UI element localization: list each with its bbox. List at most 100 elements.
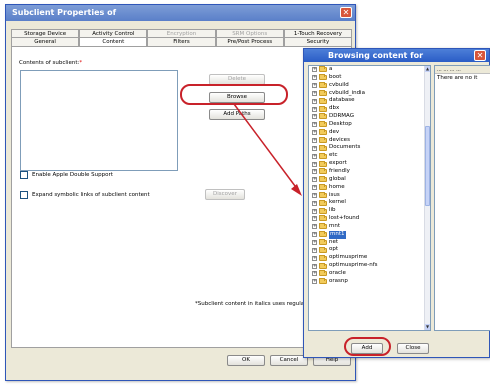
expand-icon[interactable]: + bbox=[312, 247, 317, 253]
expand-icon[interactable]: + bbox=[312, 200, 317, 206]
expand-icon[interactable]: + bbox=[312, 279, 317, 285]
add-paths-button[interactable]: Add Paths bbox=[209, 109, 265, 120]
tree-item[interactable]: + lost+found bbox=[309, 215, 430, 223]
subclient-content-list[interactable] bbox=[20, 70, 178, 171]
close-icon[interactable]: ✕ bbox=[340, 7, 352, 18]
expand-icon[interactable]: + bbox=[312, 255, 317, 261]
expand-icon[interactable]: + bbox=[312, 138, 317, 144]
tab-general[interactable]: General bbox=[11, 37, 80, 46]
tree-item[interactable]: + etc bbox=[309, 152, 430, 160]
folder-tree[interactable]: + a + boot + cvbuild + cvbuild_india + database + d… bbox=[308, 65, 431, 331]
tree-item[interactable]: + dbx bbox=[309, 105, 430, 113]
tree-item-label: dbx bbox=[329, 105, 340, 112]
ok-button[interactable]: OK bbox=[227, 355, 265, 366]
tree-item[interactable]: + Desktop bbox=[309, 121, 430, 129]
tree-item[interactable]: + cvbuild bbox=[309, 82, 430, 90]
tree-item-label: boot bbox=[329, 73, 342, 80]
expand-icon[interactable]: + bbox=[312, 224, 317, 230]
folder-icon bbox=[319, 262, 327, 269]
tree-item[interactable]: + dev bbox=[309, 129, 430, 137]
folder-icon bbox=[319, 168, 327, 175]
expand-icon[interactable]: + bbox=[312, 83, 317, 89]
browse-title-bar[interactable]: Browsing content for ✕ bbox=[304, 49, 489, 62]
expand-icon[interactable]: + bbox=[312, 232, 317, 238]
expand-icon[interactable]: + bbox=[312, 169, 317, 175]
tree-item-label: dev bbox=[329, 128, 340, 135]
expand-icon[interactable]: + bbox=[312, 161, 317, 167]
expand-icon[interactable]: + bbox=[312, 192, 317, 198]
folder-icon bbox=[319, 82, 327, 89]
folder-icon bbox=[319, 270, 327, 277]
tree-item-label: oracle bbox=[329, 269, 346, 276]
tree-item[interactable]: + Documents bbox=[309, 144, 430, 152]
tab-filters[interactable]: Filters bbox=[147, 37, 216, 46]
tree-item[interactable]: + oracle bbox=[309, 270, 430, 278]
expand-icon[interactable]: + bbox=[312, 114, 317, 120]
tree-item[interactable]: + boot bbox=[309, 74, 430, 82]
expand-icon[interactable]: + bbox=[312, 122, 317, 128]
apple-double-checkbox[interactable] bbox=[20, 171, 28, 179]
tree-item[interactable]: + kernel bbox=[309, 199, 430, 207]
expand-icon[interactable]: + bbox=[312, 106, 317, 112]
tree-item[interactable]: + optimusprime-nfs bbox=[309, 262, 430, 270]
tree-item[interactable]: + DDRMAG bbox=[309, 113, 430, 121]
tree-item[interactable]: + net bbox=[309, 239, 430, 247]
tab-content[interactable]: Content bbox=[79, 37, 148, 46]
browse-title: Browsing content for bbox=[328, 51, 424, 60]
close-icon[interactable]: ✕ bbox=[474, 50, 486, 61]
expand-icon[interactable]: + bbox=[312, 75, 317, 81]
tree-scrollbar[interactable]: ▲ ▼ bbox=[424, 66, 430, 330]
expand-icon[interactable]: + bbox=[312, 216, 317, 222]
symbolic-links-checkbox[interactable] bbox=[20, 191, 28, 199]
tree-item-label: mnt1 bbox=[329, 230, 346, 239]
expand-icon[interactable]: + bbox=[312, 130, 317, 136]
expand-icon[interactable]: + bbox=[312, 271, 317, 277]
folder-icon bbox=[319, 231, 327, 238]
tab-security[interactable]: Security bbox=[283, 37, 353, 46]
expand-icon[interactable]: + bbox=[312, 153, 317, 159]
tree-item[interactable]: + friendly bbox=[309, 168, 430, 176]
file-list-header: ... ... ... ... bbox=[435, 66, 490, 74]
expand-icon[interactable]: + bbox=[312, 263, 317, 269]
expand-icon[interactable]: + bbox=[312, 90, 317, 96]
expand-icon[interactable]: + bbox=[312, 208, 317, 214]
tree-item[interactable]: + opt bbox=[309, 246, 430, 254]
discover-button[interactable]: Discover bbox=[205, 189, 245, 200]
expand-icon[interactable]: + bbox=[312, 98, 317, 104]
scroll-up-icon[interactable]: ▲ bbox=[425, 66, 430, 72]
expand-icon[interactable]: + bbox=[312, 239, 317, 245]
tree-item[interactable]: + cvbuild_india bbox=[309, 90, 430, 98]
tree-item[interactable]: + mnt bbox=[309, 223, 430, 231]
close-button[interactable]: Close bbox=[397, 343, 429, 354]
tree-item[interactable]: + global bbox=[309, 176, 430, 184]
folder-icon bbox=[319, 176, 327, 183]
tree-item[interactable]: + lib bbox=[309, 207, 430, 215]
scroll-thumb[interactable] bbox=[425, 126, 430, 206]
tree-item[interactable]: + a bbox=[309, 66, 430, 74]
tree-item[interactable]: + devices bbox=[309, 137, 430, 145]
tree-item-label: orasnp bbox=[329, 277, 348, 284]
expand-icon[interactable]: + bbox=[312, 67, 317, 73]
tree-item[interactable]: + orasnp bbox=[309, 278, 430, 286]
file-list-pane[interactable]: ... ... ... ... There are no it bbox=[434, 65, 490, 331]
tree-item-label: home bbox=[329, 183, 345, 190]
tab-pre-post-process[interactable]: Pre/Post Process bbox=[215, 37, 284, 46]
expand-icon[interactable]: + bbox=[312, 185, 317, 191]
dialog-title-bar[interactable]: Subclient Properties of ✕ bbox=[6, 5, 355, 21]
tree-item[interactable]: + optimusprime bbox=[309, 254, 430, 262]
tree-item[interactable]: + export bbox=[309, 160, 430, 168]
tree-item[interactable]: + mnt1 bbox=[309, 230, 430, 239]
folder-icon bbox=[319, 152, 327, 159]
tree-item[interactable]: + isus bbox=[309, 192, 430, 200]
expand-icon[interactable]: + bbox=[312, 145, 317, 151]
scroll-down-icon[interactable]: ▼ bbox=[425, 324, 430, 330]
tree-item[interactable]: + home bbox=[309, 184, 430, 192]
tree-item-label: optimusprime bbox=[329, 254, 368, 261]
contents-label-text: Contents of subclient: bbox=[19, 60, 80, 66]
tree-item-label: Desktop bbox=[329, 120, 352, 127]
folder-icon bbox=[319, 129, 327, 136]
tree-item-label: net bbox=[329, 238, 339, 245]
expand-icon[interactable]: + bbox=[312, 177, 317, 183]
add-highlight-oval bbox=[344, 337, 391, 356]
tree-item[interactable]: + database bbox=[309, 97, 430, 105]
